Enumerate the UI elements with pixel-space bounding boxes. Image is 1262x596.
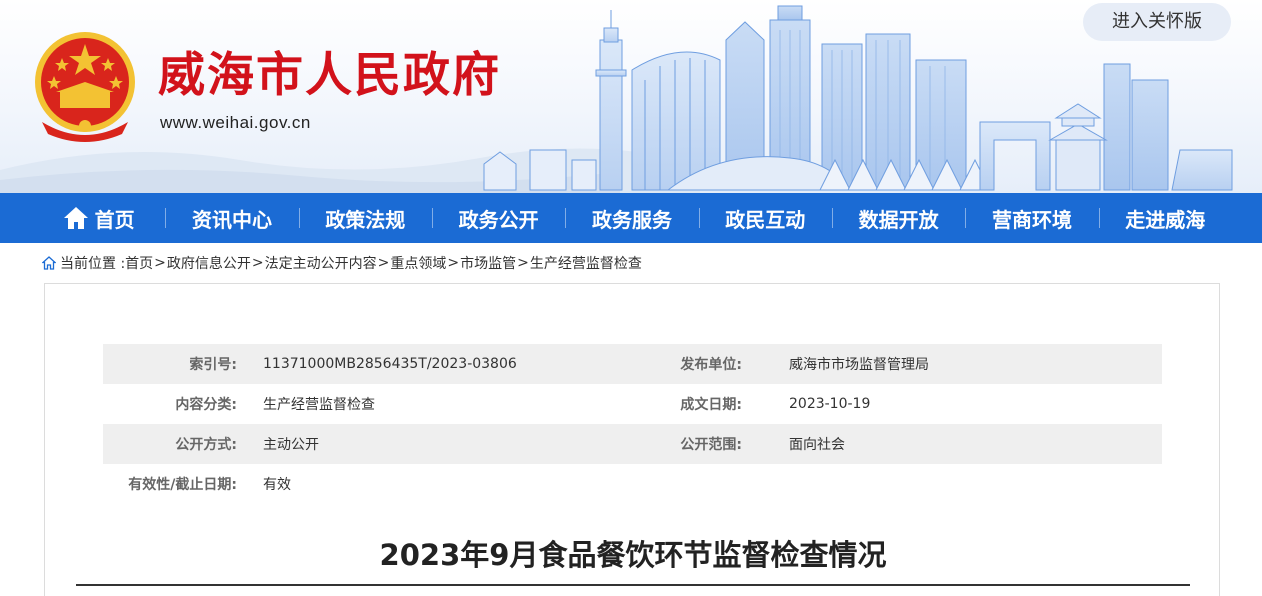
title-divider	[76, 584, 1190, 586]
breadcrumb-separator: >	[447, 255, 460, 271]
main-nav: 首页 资讯中心 政策法规 政务公开 政务服务 政民互动 数据开放 营商环境 走进…	[0, 193, 1262, 243]
disclosure-scope-value: 面向社会	[789, 437, 845, 453]
breadcrumb-separator: >	[251, 255, 264, 271]
breadcrumb: 当前位置 : 首页 > 政府信息公开 > 法定主动公开内容 > 重点领域 > 市…	[42, 253, 642, 273]
nav-item-interaction[interactable]: 政民互动	[698, 193, 832, 243]
nav-item-services[interactable]: 政务服务	[565, 193, 698, 243]
written-date-value: 2023-10-19	[789, 396, 871, 412]
breadcrumb-separator: >	[377, 255, 390, 271]
article-title: 2023年9月食品餐饮环节监督检查情况	[379, 538, 887, 572]
publisher-value: 威海市市场监督管理局	[789, 357, 929, 373]
breadcrumb-link-market-supervision[interactable]: 市场监管	[460, 253, 516, 273]
main-nav-list: 首页 资讯中心 政策法规 政务公开 政务服务 政民互动 数据开放 营商环境 走进…	[32, 193, 1232, 243]
index-number-label: 索引号:	[189, 357, 237, 373]
metadata-row: 索引号: 11371000MB2856435T/2023-03806 发布单位:…	[103, 344, 1162, 384]
category-label: 内容分类:	[175, 397, 237, 413]
document-metadata-table: 索引号: 11371000MB2856435T/2023-03806 发布单位:…	[103, 344, 1162, 504]
breadcrumb-link-statutory-content[interactable]: 法定主动公开内容	[265, 253, 377, 273]
nav-item-business-environment[interactable]: 营商环境	[965, 193, 1098, 243]
nav-item-policies[interactable]: 政策法规	[298, 193, 432, 243]
breadcrumb-link-key-areas[interactable]: 重点领域	[390, 253, 446, 273]
disclosure-method-value: 主动公开	[263, 437, 319, 453]
metadata-row: 内容分类: 生产经营监督检查 成文日期: 2023-10-19	[103, 384, 1162, 424]
site-url: www.weihai.gov.cn	[160, 113, 311, 132]
breadcrumb-link-info-disclosure[interactable]: 政府信息公开	[167, 253, 251, 273]
nav-item-open-data[interactable]: 数据开放	[831, 193, 965, 243]
breadcrumb-separator: >	[154, 255, 166, 271]
nav-item-home[interactable]: 首页	[32, 193, 165, 243]
validity-value: 有效	[263, 477, 291, 493]
breadcrumb-link-home[interactable]: 首页	[125, 253, 153, 273]
nav-item-about-weihai[interactable]: 走进威海	[1098, 193, 1232, 243]
accessibility-mode-button[interactable]: 进入关怀版	[1083, 3, 1231, 41]
article-container: 索引号: 11371000MB2856435T/2023-03806 发布单位:…	[44, 283, 1220, 596]
breadcrumb-prefix: 当前位置 :	[60, 256, 126, 272]
validity-label: 有效性/截止日期:	[128, 477, 237, 493]
index-number-value: 11371000MB2856435T/2023-03806	[263, 356, 517, 372]
site-title: 威海市人民政府	[158, 48, 501, 103]
metadata-row: 公开方式: 主动公开 公开范围: 面向社会	[103, 424, 1162, 464]
breadcrumb-link-inspection[interactable]: 生产经营监督检查	[530, 253, 642, 273]
publisher-label: 发布单位:	[680, 357, 742, 373]
category-value: 生产经营监督检查	[263, 397, 375, 413]
home-icon	[63, 207, 88, 229]
national-emblem-icon	[35, 32, 135, 142]
home-icon	[42, 256, 56, 270]
disclosure-method-label: 公开方式:	[175, 437, 237, 453]
nav-item-news[interactable]: 资讯中心	[165, 193, 298, 243]
nav-item-label: 首页	[94, 207, 135, 232]
metadata-row: 有效性/截止日期: 有效	[103, 464, 1162, 504]
nav-item-government-affairs[interactable]: 政务公开	[431, 193, 565, 243]
breadcrumb-separator: >	[517, 255, 529, 271]
disclosure-scope-label: 公开范围:	[680, 437, 742, 453]
site-header: 威海市人民政府 www.weihai.gov.cn 进入关怀版	[0, 0, 1262, 193]
written-date-label: 成文日期:	[680, 397, 742, 413]
